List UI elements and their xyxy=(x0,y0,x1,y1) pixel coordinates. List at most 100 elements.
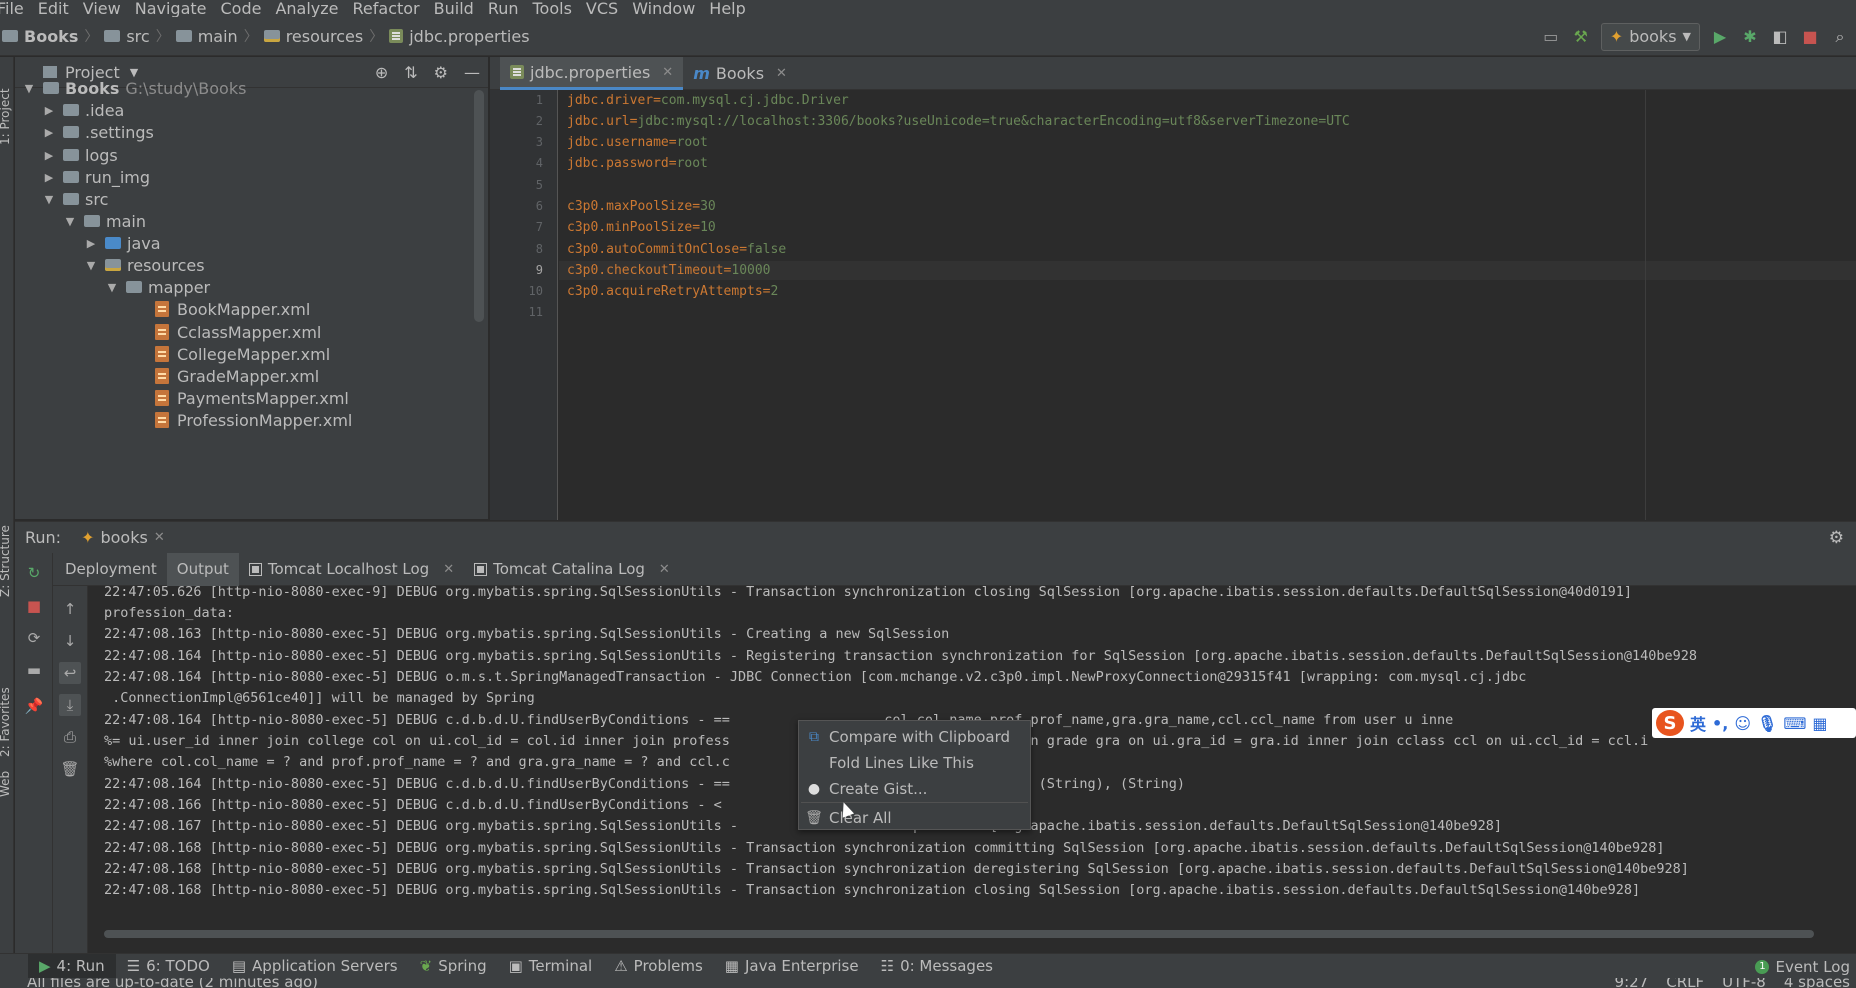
tool-tab-messages[interactable]: ☷ 0: Messages xyxy=(870,954,1004,979)
line-separator[interactable]: CRLF xyxy=(1666,978,1704,988)
menu-vcs[interactable]: VCS xyxy=(579,0,625,17)
emoji-icon[interactable]: ☺ xyxy=(1734,714,1751,733)
build-hammer-icon[interactable]: ⚒ xyxy=(1571,27,1591,47)
rerun-icon[interactable]: ↻ xyxy=(23,562,45,584)
menu-help[interactable]: Help xyxy=(702,0,752,17)
menu-view[interactable]: View xyxy=(76,0,128,17)
arrow-down-icon[interactable]: ↓ xyxy=(59,630,81,652)
menu-item-compare-with-clipboard[interactable]: ⧉ Compare with Clipboard xyxy=(799,724,1030,749)
pin-icon[interactable]: 📌 xyxy=(23,695,45,717)
menu-item-clear-all[interactable]: 🗑 Clear All xyxy=(799,805,1030,830)
menu-item-fold-lines[interactable]: Fold Lines Like This xyxy=(799,750,1030,775)
layout-icon[interactable]: ▬ xyxy=(23,659,45,681)
tool-tab-todo[interactable]: ☰ 6: TODO xyxy=(116,954,221,979)
tree-item-grademapper[interactable]: GradeMapper.xml xyxy=(155,365,319,387)
minimize-icon[interactable]: — xyxy=(464,63,480,82)
tab-books[interactable]: m Books ✕ xyxy=(683,57,797,90)
breadcrumb-resources[interactable]: resources 〉 xyxy=(258,26,383,46)
scroll-to-end-icon[interactable]: ⤓ xyxy=(59,694,81,716)
gear-icon[interactable]: ⚙ xyxy=(434,63,448,82)
tree-item-bookmapper[interactable]: BookMapper.xml xyxy=(155,298,310,320)
menu-refactor[interactable]: Refactor xyxy=(346,0,427,17)
tree-item-paymentsmapper[interactable]: PaymentsMapper.xml xyxy=(155,387,349,409)
side-tab-structure[interactable]: Z: Structure xyxy=(0,525,12,597)
menu-item-create-gist[interactable]: ● Create Gist... xyxy=(799,776,1030,801)
side-tab-web[interactable]: Web xyxy=(0,771,12,797)
tree-item-src[interactable]: ▼ src xyxy=(43,188,109,210)
code-editor[interactable]: jdbc.driver=com.mysql.cj.jdbc.Driver jdb… xyxy=(559,90,1856,520)
soft-wrap-icon[interactable]: ↩ xyxy=(59,662,81,684)
locate-icon[interactable]: ⊕ xyxy=(375,63,388,82)
tool-tab-java-enterprise[interactable]: ▦ Java Enterprise xyxy=(714,954,870,979)
print-icon[interactable]: ⎙ xyxy=(59,726,81,748)
menu-run[interactable]: Run xyxy=(481,0,526,17)
menu-code[interactable]: Code xyxy=(214,0,269,17)
menu-analyze[interactable]: Analyze xyxy=(268,0,345,17)
project-scrollbar[interactable] xyxy=(474,90,484,322)
collapse-all-icon[interactable]: ⇅ xyxy=(404,63,417,82)
tree-item-run-img[interactable]: ▶ run_img xyxy=(43,166,150,188)
tab-tomcat-localhost-log[interactable]: Tomcat Localhost Log ✕ xyxy=(239,553,464,586)
coverage-icon[interactable]: ◧ xyxy=(1770,27,1790,47)
menu-tools[interactable]: Tools xyxy=(526,0,579,17)
tool-tab-terminal[interactable]: ▣ Terminal xyxy=(498,954,604,979)
menu-edit[interactable]: Edit xyxy=(31,0,76,17)
layout-icon[interactable]: ▭ xyxy=(1541,27,1561,47)
breadcrumb-src[interactable]: src 〉 xyxy=(98,26,170,46)
close-icon[interactable]: ✕ xyxy=(659,562,670,577)
event-log-button[interactable]: 1 Event Log xyxy=(1755,954,1856,979)
search-icon[interactable]: ⌕ xyxy=(1830,27,1850,47)
breadcrumb-file[interactable]: jdbc.properties xyxy=(383,27,530,46)
tab-jdbc-properties[interactable]: jdbc.properties ✕ xyxy=(500,57,684,90)
tree-item-java[interactable]: ▶ java xyxy=(85,232,161,254)
tree-item-cclassmapper[interactable]: CclassMapper.xml xyxy=(155,321,321,343)
tree-item-collegemapper[interactable]: CollegeMapper.xml xyxy=(155,343,330,365)
side-tab-favorites[interactable]: 2: Favorites xyxy=(0,687,12,757)
close-icon[interactable]: ✕ xyxy=(154,530,165,545)
menu-window[interactable]: Window xyxy=(625,0,702,17)
tool-tab-application-servers[interactable]: ▤ Application Servers xyxy=(221,954,409,979)
sogou-logo-icon[interactable]: S xyxy=(1656,710,1684,736)
microphone-icon[interactable]: 🎙 xyxy=(1757,714,1777,733)
ime-language[interactable]: 英 xyxy=(1690,711,1706,735)
tree-item-settings[interactable]: ▶ .settings xyxy=(43,121,154,143)
tree-item-professionmapper[interactable]: ProfessionMapper.xml xyxy=(155,409,352,431)
close-icon[interactable]: ✕ xyxy=(776,66,787,81)
tree-item-idea[interactable]: ▶ .idea xyxy=(43,99,125,121)
punctuation-icon[interactable]: •, xyxy=(1712,714,1728,733)
tree-item-books[interactable]: ▼ Books G:\study\Books xyxy=(23,77,247,99)
arrow-up-icon[interactable]: ↑ xyxy=(59,598,81,620)
tool-tab-problems[interactable]: ⚠ Problems xyxy=(603,954,714,979)
menu-navigate[interactable]: Navigate xyxy=(128,0,214,17)
tab-deployment[interactable]: Deployment xyxy=(55,553,167,586)
stop-icon[interactable]: ■ xyxy=(1800,27,1820,47)
update-icon[interactable]: ⟳ xyxy=(23,627,45,649)
close-icon[interactable]: ✕ xyxy=(443,562,454,577)
tab-tomcat-catalina-log[interactable]: Tomcat Catalina Log ✕ xyxy=(464,553,680,586)
tool-tab-run[interactable]: ▶ 4: Run xyxy=(28,953,116,979)
gear-icon[interactable]: ⚙ xyxy=(1829,528,1844,548)
tree-item-mapper[interactable]: ▼ mapper xyxy=(106,276,210,298)
trash-icon[interactable]: 🗑 xyxy=(59,758,81,780)
run-config-dropdown[interactable]: ✦ books ▼ xyxy=(1600,22,1700,51)
console-horizontal-scrollbar[interactable] xyxy=(104,930,1814,938)
debug-icon[interactable]: ✱ xyxy=(1740,27,1760,47)
tree-item-resources[interactable]: ▼ resources xyxy=(85,254,205,276)
menu-build[interactable]: Build xyxy=(427,0,481,17)
tree-item-logs[interactable]: ▶ logs xyxy=(43,144,118,166)
caret-position[interactable]: 9:27 xyxy=(1615,978,1649,988)
run-config-tab[interactable]: ✦ books ✕ xyxy=(81,528,165,547)
apps-icon[interactable]: ▦ xyxy=(1812,714,1827,733)
indent-setting[interactable]: 4 spaces xyxy=(1784,978,1850,988)
tool-tab-spring[interactable]: ❦ Spring xyxy=(409,954,498,979)
breadcrumb-books[interactable]: Books 〉 xyxy=(0,26,98,46)
tree-item-main[interactable]: ▼ main xyxy=(64,210,146,232)
stop-icon[interactable]: ■ xyxy=(23,595,45,617)
tab-output[interactable]: Output xyxy=(166,552,239,586)
keyboard-icon[interactable]: ⌨ xyxy=(1783,714,1806,733)
side-tab-project[interactable]: 1: Project xyxy=(0,88,12,145)
run-icon[interactable]: ▶ xyxy=(1710,27,1730,47)
file-encoding[interactable]: UTF-8 xyxy=(1722,978,1766,988)
close-icon[interactable]: ✕ xyxy=(662,65,673,80)
breadcrumb-main[interactable]: main 〉 xyxy=(170,26,258,46)
